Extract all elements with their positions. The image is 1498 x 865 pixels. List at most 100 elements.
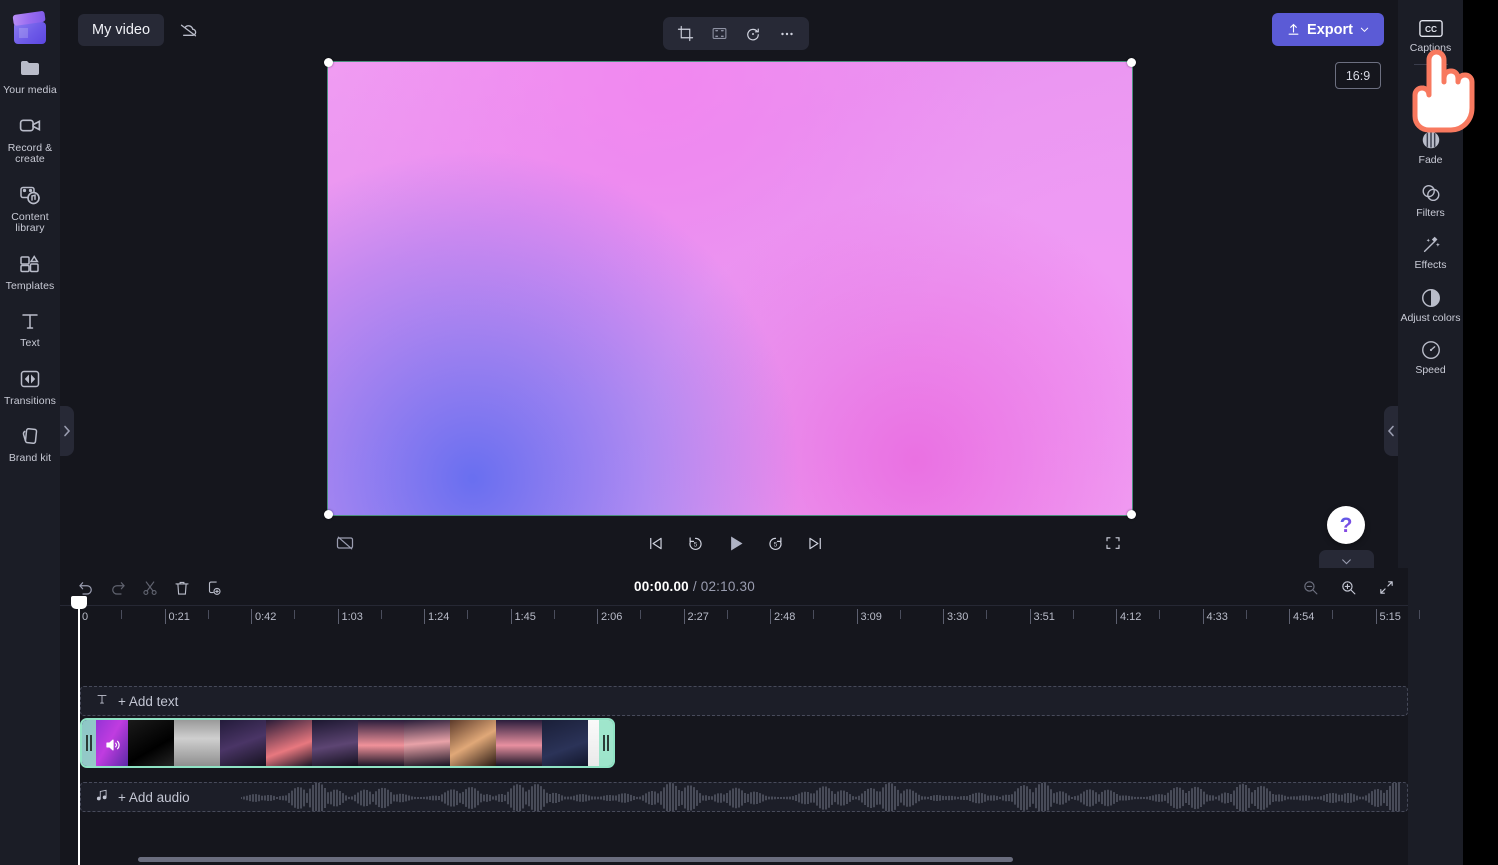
ruler-minor-tick <box>899 610 901 619</box>
timeline-zoom-controls <box>1298 577 1398 598</box>
panel-item-captions[interactable]: CC Captions <box>1398 8 1463 61</box>
video-clip[interactable] <box>80 718 615 768</box>
sidebar-item-label: Your media <box>3 84 57 96</box>
panel-item-effects[interactable]: Effects <box>1398 225 1463 278</box>
collapse-left-panel-button[interactable] <box>60 406 74 456</box>
panel-item-label: Effects <box>1414 259 1447 271</box>
panel-item-adjust-colors[interactable]: Adjust colors <box>1398 278 1463 331</box>
text-t-icon <box>95 692 109 711</box>
delete-button[interactable] <box>170 577 194 598</box>
resize-handle-top-right[interactable] <box>1127 58 1136 67</box>
fit-button[interactable] <box>703 20 735 47</box>
sidebar-item-label: Content library <box>11 210 49 234</box>
ruler-tick-label: 2:06 <box>601 611 623 623</box>
ruler-tick-label: 1:24 <box>428 611 450 623</box>
sidebar-item-label: Record & create <box>7 141 53 165</box>
ruler-tick-label: 5:15 <box>1379 611 1401 623</box>
text-track[interactable]: + Add text <box>80 686 1408 716</box>
filters-icon <box>1419 181 1443 205</box>
panel-item-speed[interactable]: Speed <box>1398 330 1463 383</box>
resize-handle-bottom-left[interactable] <box>324 510 333 519</box>
clipchamp-logo <box>12 10 46 46</box>
fullscreen-button[interactable] <box>1100 530 1126 556</box>
clip-trim-handle-right[interactable] <box>599 720 613 766</box>
add-text-label: + Add text <box>118 693 179 709</box>
ruler-minor-tick <box>467 610 469 619</box>
resize-handle-top-left[interactable] <box>324 58 333 67</box>
ruler-minor-tick <box>207 610 209 619</box>
audio-track[interactable]: + Add audio <box>80 782 1408 812</box>
duplicate-button[interactable] <box>202 577 226 598</box>
fade-icon <box>1419 128 1443 152</box>
play-button[interactable] <box>720 528 750 558</box>
sidebar-item-text[interactable]: Text <box>0 299 60 357</box>
ruler-minor-tick <box>726 610 728 619</box>
timeline-horizontal-scrollbar[interactable] <box>138 857 1013 862</box>
panel-divider <box>1413 63 1448 65</box>
ruler-tick-label: 4:33 <box>1206 611 1228 623</box>
timecode-display: 00:00.00 / 02:10.30 <box>634 579 755 594</box>
ruler-minor-tick <box>1332 610 1334 619</box>
panel-item-fade[interactable]: Fade <box>1398 120 1463 173</box>
undo-button[interactable] <box>74 577 98 598</box>
top-toolbar: My video Export <box>60 0 1408 60</box>
rewind-5-button[interactable]: 5 <box>680 528 710 558</box>
redo-button[interactable] <box>106 577 130 598</box>
aspect-ratio-badge[interactable]: 16:9 <box>1335 62 1381 89</box>
fit-timeline-button[interactable] <box>1374 577 1398 598</box>
ruler-minor-tick <box>1245 610 1247 619</box>
chevron-down-icon <box>1360 27 1369 32</box>
ruler-minor-tick <box>986 610 988 619</box>
panel-item-label: Audio <box>1417 101 1444 114</box>
sidebar-item-your-media[interactable]: Your media <box>0 46 60 104</box>
skip-to-start-button[interactable] <box>640 528 670 558</box>
ruler-minor-tick <box>1072 610 1074 619</box>
speaker-icon[interactable] <box>102 734 124 756</box>
timeline-ruler[interactable]: 0 0:21 0:42 1:03 1:24 1:45 2:06 2:27 2:48 3:09 3:3… <box>60 606 1420 634</box>
video-preview-container <box>324 58 1136 519</box>
cloud-off-icon[interactable] <box>172 14 204 46</box>
sidebar-item-transitions[interactable]: Transitions <box>0 357 60 415</box>
svg-text:CC: CC <box>1425 23 1437 33</box>
more-options-button[interactable] <box>771 20 803 47</box>
panel-item-label: Fade <box>1418 154 1443 166</box>
split-button[interactable] <box>138 577 162 598</box>
sidebar-item-record-create[interactable]: Record & create <box>0 104 60 173</box>
sidebar-item-brand-kit[interactable]: Brand kit <box>0 414 60 472</box>
brand-kit-icon <box>17 423 43 449</box>
ruler-minor-tick <box>813 610 815 619</box>
ruler-minor-tick <box>1418 610 1420 619</box>
zoom-in-button[interactable] <box>1336 577 1360 598</box>
panel-item-filters[interactable]: Filters <box>1398 173 1463 226</box>
panel-item-label: Captions <box>1409 42 1452 54</box>
project-title[interactable]: My video <box>78 14 165 46</box>
ruler-tick-label: 4:12 <box>1120 611 1142 623</box>
speed-icon <box>1419 338 1443 362</box>
panel-item-label: Speed <box>1415 364 1446 376</box>
captions-off-icon[interactable] <box>332 530 358 556</box>
zoom-out-button[interactable] <box>1298 577 1322 598</box>
svg-text:5: 5 <box>773 541 777 548</box>
crop-button[interactable] <box>669 20 701 47</box>
effects-icon <box>1419 233 1443 257</box>
video-preview[interactable] <box>327 61 1133 516</box>
clip-trim-handle-left[interactable] <box>82 720 96 766</box>
preview-stage: 16:9 ? 5 5 <box>60 58 1408 572</box>
panel-item-audio[interactable]: Audio <box>1398 68 1463 121</box>
rotate-button[interactable] <box>737 20 769 47</box>
resize-handle-bottom-right[interactable] <box>1127 510 1136 519</box>
skip-to-end-button[interactable] <box>800 528 830 558</box>
collapse-right-panel-button[interactable] <box>1384 406 1398 456</box>
export-button[interactable]: Export <box>1272 13 1384 46</box>
sidebar-item-content-library[interactable]: Content library <box>0 173 60 242</box>
ruler-tick-label: 2:48 <box>774 611 796 623</box>
closed-captions-icon: CC <box>1418 16 1443 40</box>
sidebar-item-label: Brand kit <box>8 452 52 464</box>
sidebar-item-templates[interactable]: Templates <box>0 242 60 300</box>
window-right-edge <box>1463 0 1498 865</box>
player-controls: 5 5 <box>60 520 1408 566</box>
forward-5-button[interactable]: 5 <box>760 528 790 558</box>
ruler-tick-label: 3:51 <box>1033 611 1055 623</box>
text-icon <box>17 308 43 334</box>
playhead[interactable] <box>71 596 87 865</box>
